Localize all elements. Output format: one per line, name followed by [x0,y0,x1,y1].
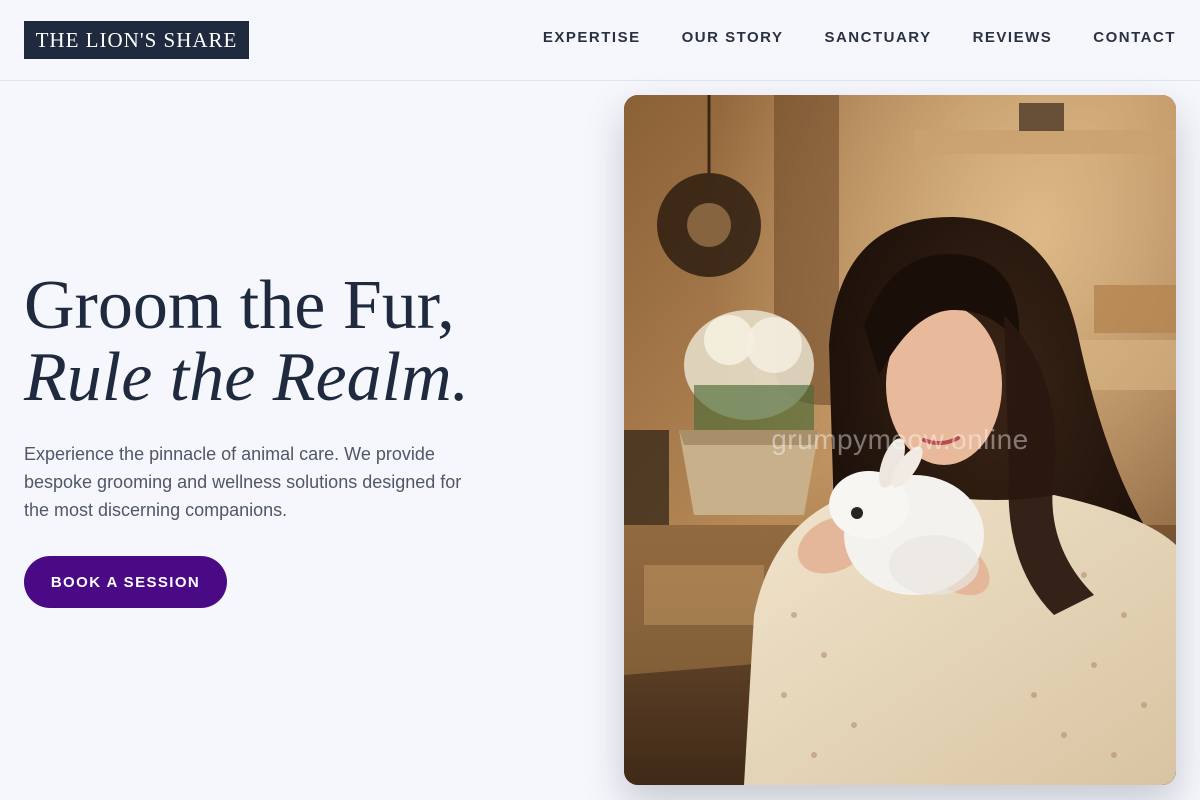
hero-title-line-2: Rule the Realm. [24,339,470,416]
book-session-button[interactable]: BOOK A SESSION [24,556,227,608]
hero-title: Groom the Fur, Rule the Realm. [24,270,469,414]
main-nav: EXPERTISE OUR STORY SANCTUARY REVIEWS CO… [543,28,1176,48]
site-header: THE LION'S SHARE EXPERTISE OUR STORY SAN… [0,0,1200,81]
hero-description: Experience the pinnacle of animal care. … [24,444,462,520]
nav-link-expertise[interactable]: EXPERTISE [543,28,641,48]
hero-photo-woman-holding-rabbit [624,95,1176,785]
nav-link-sanctuary[interactable]: SANCTUARY [824,28,931,48]
nav-link-contact[interactable]: CONTACT [1093,28,1176,48]
nav-link-our-story[interactable]: OUR STORY [682,28,784,48]
hero-title-line-1: Groom the Fur, [24,267,455,344]
brand-logo[interactable]: THE LION'S SHARE [24,21,249,59]
nav-link-reviews[interactable]: REVIEWS [973,28,1053,48]
